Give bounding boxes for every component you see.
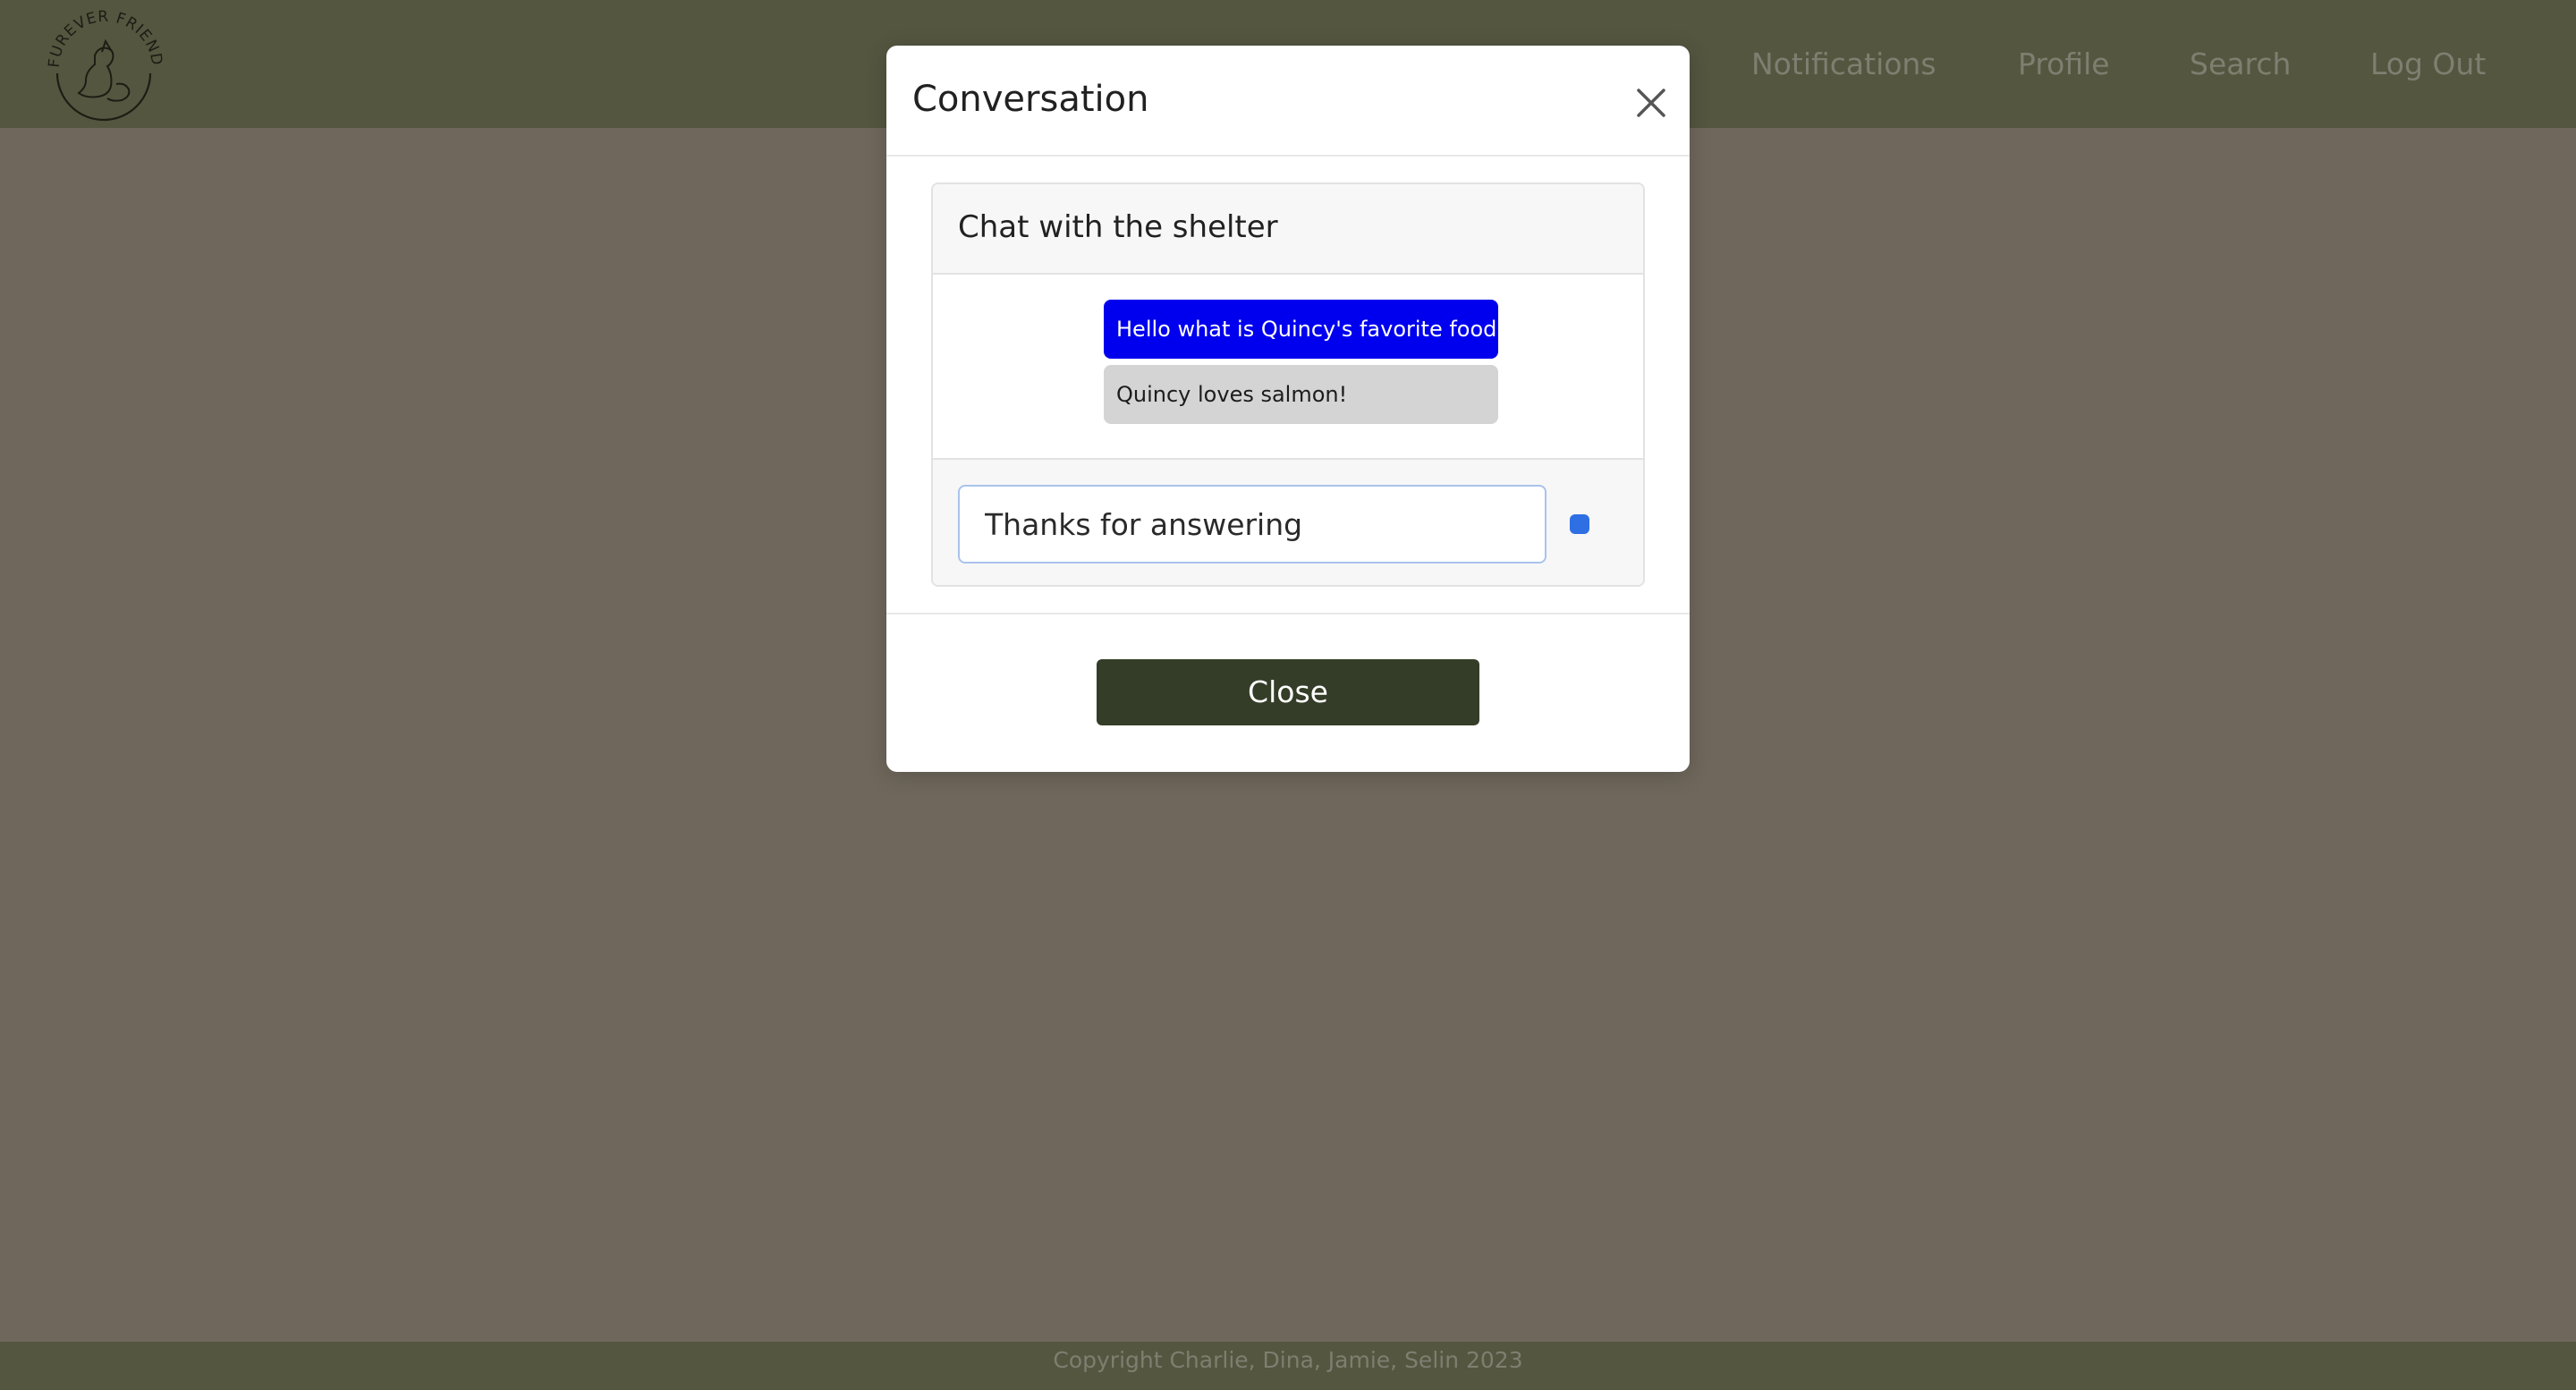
modal-title: Conversation xyxy=(912,79,1149,120)
message-input[interactable] xyxy=(958,485,1546,564)
chat-input-area xyxy=(933,458,1643,585)
message-bubble-sent: Hello what is Quincy's favorite food? xyxy=(1104,300,1508,359)
send-dot-icon[interactable] xyxy=(1570,514,1589,534)
furever-friends-logo-icon[interactable]: FUREVER FRIENDS xyxy=(39,0,165,125)
chat-messages: Hello what is Quincy's favorite food? Qu… xyxy=(933,275,1643,458)
close-icon[interactable] xyxy=(1631,83,1671,123)
nav-logout[interactable]: Log Out xyxy=(2370,45,2486,84)
chat-title: Chat with the shelter xyxy=(958,209,1278,245)
modal-footer: Close xyxy=(886,613,1690,772)
footer: Copyright Charlie, Dina, Jamie, Selin 20… xyxy=(0,1342,2576,1390)
conversation-modal: Conversation Chat with the shelter Hello… xyxy=(886,46,1690,772)
nav-profile[interactable]: Profile xyxy=(2018,45,2110,84)
nav-notifications[interactable]: Notifications xyxy=(1751,45,1936,84)
message-bubble-received: Quincy loves salmon! xyxy=(1104,365,1498,424)
chat-card-header: Chat with the shelter xyxy=(933,184,1643,275)
modal-header: Conversation xyxy=(886,46,1690,157)
svg-text:FUREVER FRIENDS: FUREVER FRIENDS xyxy=(39,0,165,69)
footer-copyright: Copyright Charlie, Dina, Jamie, Selin 20… xyxy=(1053,1347,1523,1373)
nav-search[interactable]: Search xyxy=(2190,45,2291,84)
chat-card: Chat with the shelter Hello what is Quin… xyxy=(931,182,1645,587)
close-button[interactable]: Close xyxy=(1097,659,1479,725)
